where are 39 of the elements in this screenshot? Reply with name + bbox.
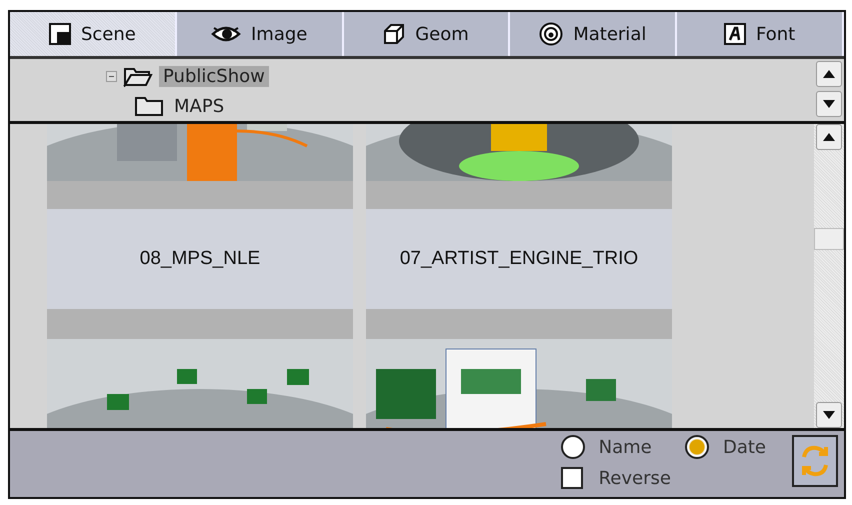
folder-icon — [134, 95, 164, 117]
radio-button[interactable] — [684, 435, 709, 459]
tab[interactable]: Image — [176, 12, 344, 56]
refresh-button[interactable] — [792, 435, 838, 487]
thumbnail-label: 07_ARTIST_ENGINE_TRIO — [400, 248, 638, 270]
down-arrow-icon — [823, 100, 835, 108]
tree-item[interactable]: PublicShow — [159, 66, 269, 86]
up-arrow-icon — [823, 133, 835, 141]
thumbnail-card[interactable] — [47, 309, 353, 428]
sphere-icon — [539, 22, 564, 46]
thumbnail-card[interactable]: 08_MPS_NLE — [47, 124, 353, 309]
scroll-up-button[interactable] — [816, 124, 842, 150]
thumbnail-card[interactable] — [366, 309, 672, 428]
thumbnail-label: 08_MPS_NLE — [140, 248, 260, 270]
tree-item[interactable]: MAPS — [170, 96, 228, 116]
radio-button[interactable] — [560, 435, 585, 459]
down-arrow-icon — [823, 411, 835, 419]
tab[interactable]: Material — [510, 12, 678, 56]
eye-icon — [211, 25, 241, 43]
radio-label: Name — [598, 436, 653, 458]
up-arrow-icon — [823, 70, 835, 78]
scene-icon — [48, 23, 71, 45]
collapse-toggle[interactable] — [106, 70, 117, 82]
tab[interactable]: Scene — [10, 12, 177, 56]
thumbnail-card[interactable]: 07_ARTIST_ENGINE_TRIO — [366, 124, 672, 309]
scroll-thumb[interactable] — [814, 228, 844, 250]
scroll-up-button[interactable] — [816, 61, 842, 87]
tab[interactable]: Geom — [344, 12, 510, 56]
scrollbar[interactable] — [814, 124, 844, 428]
folder-icon — [123, 65, 153, 87]
font-icon — [724, 23, 746, 45]
checkbox-label: Reverse — [598, 468, 671, 488]
refresh-icon — [800, 443, 830, 479]
tab[interactable]: Font — [677, 12, 844, 56]
cube-icon — [383, 23, 406, 45]
radio-label: Date — [722, 436, 766, 458]
scroll-down-button[interactable] — [816, 91, 842, 117]
scroll-down-button[interactable] — [816, 402, 842, 428]
checkbox[interactable] — [560, 467, 583, 489]
